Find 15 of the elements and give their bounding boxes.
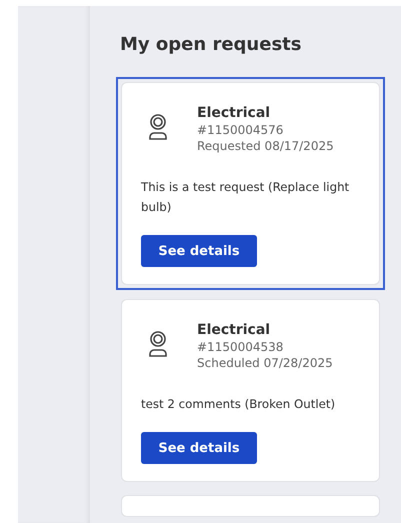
request-date: Scheduled 07/28/2025 (197, 356, 333, 370)
request-date: Requested 08/17/2025 (197, 139, 334, 153)
user-icon (147, 113, 169, 141)
see-details-button[interactable]: See details (141, 432, 257, 464)
request-title: Electrical (197, 322, 272, 338)
request-number: #1150004576 (197, 123, 284, 137)
request-card-outline[interactable]: Electrical #1150004576 Requested 08/17/2025 This is a test request (Replace light bulb) See details (116, 77, 385, 290)
request-description: test 2 comments (Broken Outlet) (141, 396, 336, 413)
request-description: This is a test request (Replace light bulb) (141, 179, 350, 216)
request-title: Electrical (197, 105, 272, 121)
section-heading: My open requests (120, 34, 302, 55)
see-details-button[interactable]: See details (141, 235, 257, 267)
request-number: #1150004538 (197, 340, 284, 354)
request-card-outline[interactable]: Electrical #1150004538 Scheduled 07/28/2025 test 2 comments (Broken Outlet) See details (116, 294, 385, 487)
user-icon (147, 330, 169, 358)
